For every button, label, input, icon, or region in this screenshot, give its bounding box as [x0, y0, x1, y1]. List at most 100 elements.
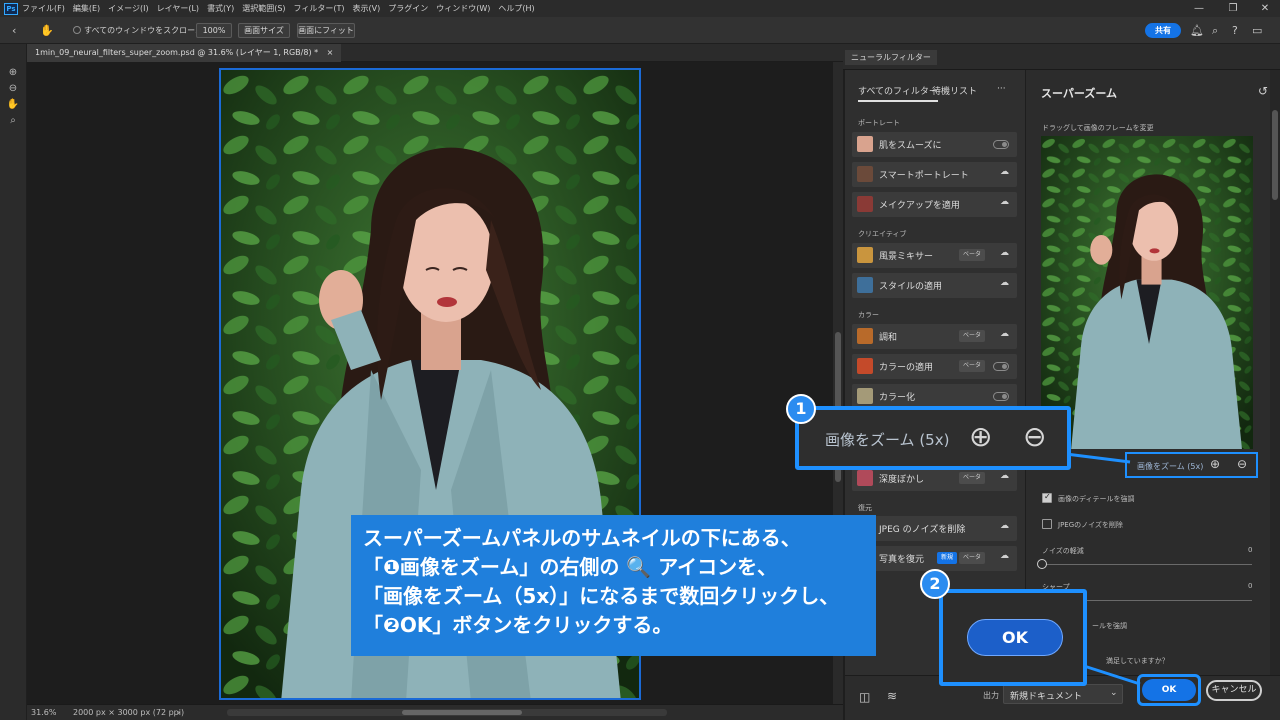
cloud-download-icon[interactable]: ☁ [1000, 551, 1009, 561]
filter-thumbnail [857, 388, 873, 404]
menu-select[interactable]: 選択範囲(S) [242, 3, 285, 14]
fit-screen-size-button[interactable]: 画面サイズ [238, 23, 290, 38]
cloud-download-icon[interactable]: ☁ [1000, 471, 1009, 481]
filter-harmonization[interactable]: 調和 ベータ ☁ [852, 324, 1017, 349]
zoom-out-tool-icon[interactable]: ⊖ [6, 82, 20, 96]
slider-knob[interactable] [1037, 559, 1047, 569]
menu-edit[interactable]: 編集(E) [73, 3, 100, 14]
zoom-tool-icon[interactable]: ⌕ [6, 114, 20, 128]
more-options-icon[interactable]: ··· [997, 84, 1006, 94]
restore-icon[interactable]: ❐ [1218, 0, 1248, 17]
back-icon[interactable]: ‹ [12, 24, 16, 37]
filter-photo-restoration[interactable]: 写真を復元 新規 ベータ ☁ [852, 546, 1017, 571]
scroll-all-checkbox[interactable] [73, 26, 81, 34]
filter-color-transfer[interactable]: カラーの適用 ベータ [852, 354, 1017, 379]
noise-level-label: ノイズの軽減 [1042, 547, 1084, 555]
scroll-thumb[interactable] [1272, 110, 1278, 200]
filter-jpeg-artifacts-removal[interactable]: JPEG のノイズを削除 ☁ [852, 516, 1017, 541]
tools-panel: ⊕ ⊖ ✋ ⌕ [0, 44, 27, 720]
thumbnail-photo [1041, 136, 1253, 449]
output-value: 新規ドキュメント [1010, 692, 1083, 702]
filter-label: メイクアップを適用 [879, 201, 960, 211]
super-zoom-thumbnail[interactable] [1041, 136, 1253, 449]
document-tab-bar: 1min_09_neural_filters_super_zoom.psd @ … [27, 44, 843, 62]
search-icon[interactable]: ⌕ [1212, 24, 1218, 37]
cloud-download-icon[interactable]: ☁ [1000, 167, 1009, 177]
share-button[interactable]: 共有 [1145, 23, 1181, 38]
menu-file[interactable]: ファイル(F) [22, 3, 65, 14]
filter-label: 調和 [879, 333, 898, 343]
ok-button[interactable]: OK [1142, 679, 1196, 701]
filter-skin-smoothing[interactable]: 肌をスムーズに [852, 132, 1017, 157]
enhance-detail-checkbox[interactable] [1042, 492, 1052, 503]
cloud-download-icon[interactable]: ☁ [1000, 197, 1009, 207]
workspace-icon[interactable]: ▭ [1252, 24, 1262, 37]
canvas-horizontal-scrollbar[interactable] [227, 709, 667, 716]
bell-icon[interactable]: 🔔︎ [1190, 24, 1204, 37]
close-tab-icon[interactable]: × [327, 48, 334, 57]
zoom-in-icon[interactable]: ⊕ [1210, 457, 1220, 471]
close-window-icon[interactable]: ✕ [1250, 0, 1280, 17]
layers-icon[interactable]: ≋ [887, 689, 897, 703]
neural-filters-header: ニューラルフィルター [843, 44, 1280, 70]
zoom-100-button[interactable]: 100% [196, 23, 232, 38]
fit-screen-button[interactable]: 画面にフィット [297, 23, 355, 38]
filter-thumbnail [857, 166, 873, 182]
filter-smart-portrait[interactable]: スマートポートレート ☁ [852, 162, 1017, 187]
filter-toggle[interactable] [993, 362, 1009, 371]
tab-waitlist[interactable]: 待機リスト [932, 84, 977, 97]
scroll-thumb[interactable] [402, 710, 522, 715]
options-bar: ‹ ✋ すべてのウィンドウをスクロール 100% 画面サイズ 画面にフィット 共… [0, 17, 1280, 44]
zoom-out-icon[interactable]: ⊖ [1237, 457, 1247, 471]
filter-makeup-transfer[interactable]: メイクアップを適用 ☁ [852, 192, 1017, 217]
zoom-label: 画像をズーム (5x) [1137, 462, 1204, 471]
filter-thumbnail [857, 277, 873, 293]
status-bar: 31.6% 2000 px × 3000 px (72 ppi) › [27, 704, 843, 720]
step-2-marker: 2 [920, 569, 950, 599]
compare-icon[interactable]: ◫ [859, 690, 870, 704]
remove-jpeg-noise-checkbox[interactable] [1042, 519, 1052, 529]
menu-plugins[interactable]: プラグイン [388, 3, 428, 14]
panel-title[interactable]: ニューラルフィルター [845, 50, 937, 65]
help-icon[interactable]: ? [1232, 24, 1238, 37]
hand-tool-icon[interactable]: ✋ [40, 24, 54, 37]
reset-icon[interactable]: ↺ [1258, 84, 1268, 98]
cloud-download-icon[interactable]: ☁ [1000, 248, 1009, 258]
zoom-in-tool-icon[interactable]: ⊕ [6, 66, 20, 80]
category-color: カラー [858, 311, 879, 319]
beta-badge: ベータ [958, 360, 985, 372]
step-1-marker: 1 [786, 394, 816, 424]
filter-landscape-mixer[interactable]: 風景ミキサー ベータ ☁ [852, 243, 1017, 268]
cloud-download-icon[interactable]: ☁ [1000, 521, 1009, 531]
document-tab[interactable]: 1min_09_neural_filters_super_zoom.psd @ … [27, 44, 342, 62]
filter-thumbnail [857, 136, 873, 152]
enhance-face-label: ールを強調 [1092, 622, 1127, 630]
filter-toggle[interactable] [993, 140, 1009, 149]
menu-type[interactable]: 書式(Y) [207, 3, 234, 14]
filter-toggle[interactable] [993, 392, 1009, 401]
cloud-download-icon[interactable]: ☁ [1000, 329, 1009, 339]
menu-window[interactable]: ウィンドウ(W) [436, 3, 490, 14]
instruction-line-1: スーパーズームパネルのサムネイルの下にある、 [363, 526, 801, 550]
menu-image[interactable]: イメージ(I) [108, 3, 148, 14]
menu-filter[interactable]: フィルター(T) [294, 3, 345, 14]
cloud-download-icon[interactable]: ☁ [1000, 278, 1009, 288]
filter-style-transfer[interactable]: スタイルの適用 ☁ [852, 273, 1017, 298]
filter-label: スタイルの適用 [879, 282, 943, 292]
sharpen-value: 0 [1248, 582, 1253, 590]
menu-help[interactable]: ヘルプ(H) [498, 3, 534, 14]
status-arrow-icon[interactable]: › [177, 705, 180, 720]
menu-layer[interactable]: レイヤー(L) [157, 3, 199, 14]
filter-thumbnail [857, 196, 873, 212]
zoom-control-strip: 画像をズーム (5x) ⊕ ⊖ [1125, 452, 1258, 478]
minimize-icon[interactable]: — [1184, 0, 1214, 17]
zoom-readout[interactable]: 31.6% [31, 705, 56, 720]
tab-all-filters[interactable]: すべてのフィルター [858, 84, 938, 102]
menu-view[interactable]: 表示(V) [353, 3, 381, 14]
beta-badge: ベータ [958, 330, 985, 342]
filter-thumbnail [857, 328, 873, 344]
noise-level-slider[interactable] [1037, 559, 1252, 569]
cancel-button[interactable]: キャンセル [1206, 680, 1262, 701]
filter-panel-scrollbar[interactable] [1270, 70, 1280, 675]
hand-tool-icon[interactable]: ✋ [6, 98, 20, 112]
